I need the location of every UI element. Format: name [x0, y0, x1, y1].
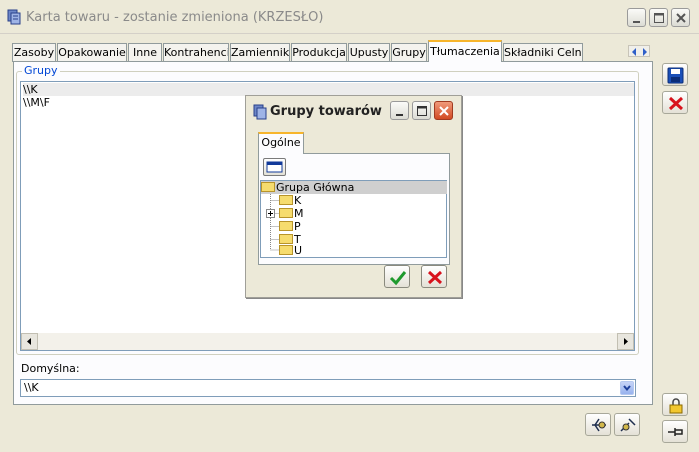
group-tree: Grupa Główna K M P T U	[260, 180, 447, 258]
tree-node-label: P	[294, 220, 301, 233]
scroll-left-button[interactable]	[21, 333, 38, 350]
dialog-title: Grupy towarów	[270, 104, 382, 119]
tab-produkcja[interactable]: Produkcja	[291, 43, 347, 62]
maximize-button[interactable]	[649, 8, 668, 27]
tab-zasoby[interactable]: Zasoby	[12, 43, 56, 62]
tree-node-label: M	[294, 207, 304, 220]
save-icon	[667, 67, 684, 84]
horizontal-scrollbar[interactable]	[21, 333, 634, 350]
default-group-value: \\K	[24, 381, 39, 394]
minimize-icon	[633, 21, 640, 23]
arrow-right-icon	[624, 338, 628, 345]
maximize-icon	[417, 106, 427, 116]
dialog-close-button[interactable]	[434, 101, 453, 120]
close-icon	[439, 106, 449, 116]
unpin-icon	[620, 418, 636, 432]
tab-inne[interactable]: Inne	[128, 43, 162, 62]
tab-strip: Zasoby Opakowanie Inne Kontrahenci Zamie…	[12, 40, 652, 62]
app-icon	[6, 9, 22, 25]
tab-kontrahenci[interactable]: Kontrahenci	[163, 43, 229, 62]
maximize-icon	[654, 13, 664, 23]
app-icon	[252, 104, 268, 120]
dialog-minimize-button[interactable]	[390, 101, 409, 120]
folder-icon	[279, 245, 293, 255]
default-group-label: Domyślna:	[21, 362, 80, 375]
tree-node[interactable]: P	[279, 220, 301, 233]
folder-icon	[279, 195, 293, 205]
check-icon	[389, 271, 407, 286]
tree-node[interactable]: K	[279, 194, 301, 207]
tree-node-label: K	[294, 194, 302, 207]
scroll-right-button[interactable]	[617, 333, 634, 350]
close-icon	[427, 270, 443, 285]
tree-node[interactable]: M	[279, 207, 304, 220]
window-title: Karta towaru - zostanie zmieniona (KRZES…	[26, 10, 324, 25]
pin-icon	[668, 428, 683, 436]
pin-button[interactable]	[662, 420, 688, 443]
tab-opakowanie[interactable]: Opakowanie	[57, 43, 127, 62]
groups-legend: Grupy	[22, 64, 60, 77]
close-icon	[676, 13, 686, 23]
tab-grupy[interactable]: Grupy	[391, 43, 427, 62]
folder-icon	[279, 221, 293, 231]
close-window-button[interactable]	[671, 8, 690, 27]
minimize-icon	[396, 114, 403, 116]
dialog-maximize-button[interactable]	[412, 101, 431, 120]
folder-icon	[279, 234, 293, 244]
cancel-button[interactable]	[662, 91, 688, 114]
default-group-select[interactable]: \\K	[20, 379, 636, 397]
pin-icon	[592, 418, 606, 432]
pin-action-button[interactable]	[585, 413, 611, 436]
list-item[interactable]: \\M\F	[23, 96, 50, 109]
tab-tlumaczenia[interactable]: Tłumaczenia	[428, 40, 502, 62]
window-view-button[interactable]	[263, 158, 286, 176]
confirm-button[interactable]	[384, 265, 410, 288]
folder-icon	[279, 208, 293, 218]
dialog-cancel-button[interactable]	[421, 265, 447, 288]
arrow-left-right-icon	[632, 48, 647, 56]
unpin-action-button[interactable]	[614, 413, 640, 436]
tab-upusty[interactable]: Upusty	[348, 43, 390, 62]
lock-button[interactable]	[662, 393, 688, 416]
tab-skladniki-celne[interactable]: Składniki Celne	[503, 43, 583, 62]
tree-node-label: U	[294, 244, 303, 257]
groups-dialog: Grupy towarów Ogólne Grupa Główna K M P …	[245, 95, 462, 298]
close-icon	[668, 96, 684, 111]
save-button[interactable]	[662, 63, 688, 86]
window-icon	[266, 161, 283, 173]
arrow-left-icon	[27, 338, 31, 345]
tab-zamienniki[interactable]: Zamienniki	[230, 43, 290, 62]
lock-icon	[669, 398, 683, 414]
dropdown-button[interactable]	[620, 381, 634, 395]
minimize-button[interactable]	[627, 8, 646, 27]
tab-ogolne[interactable]: Ogólne	[258, 132, 304, 154]
tab-scroll-arrows[interactable]	[628, 45, 650, 57]
tree-node[interactable]: U	[279, 244, 302, 257]
chevron-down-icon	[623, 385, 631, 392]
